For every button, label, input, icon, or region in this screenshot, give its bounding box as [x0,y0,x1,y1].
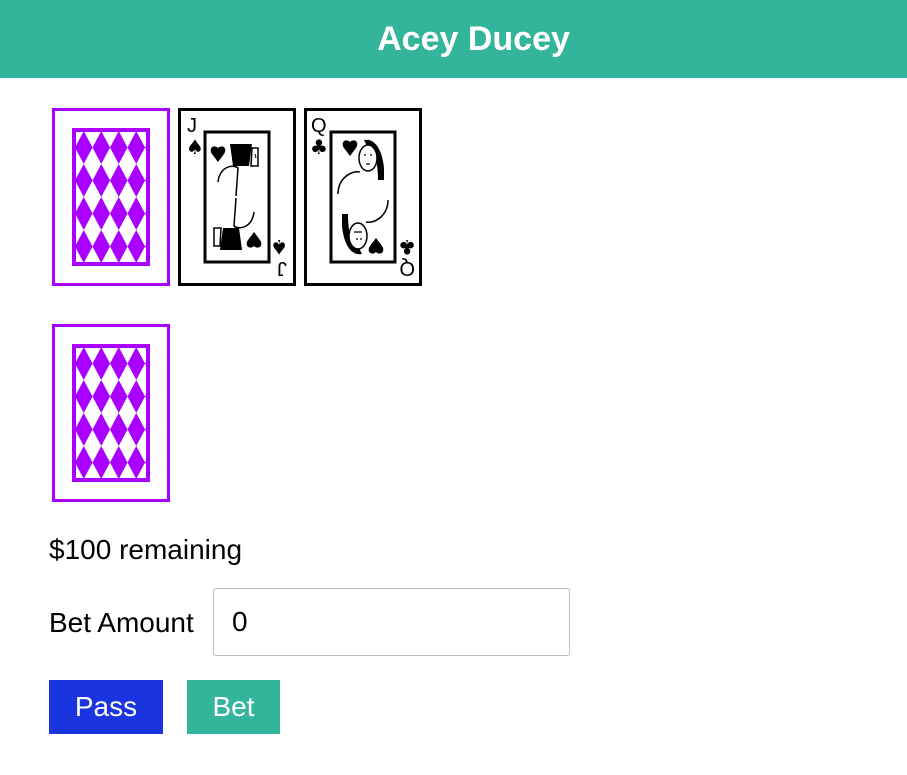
bet-amount-input[interactable] [213,588,570,656]
card-back [52,324,170,502]
card-suit-corner: ♣ [310,135,328,159]
card-rank-corner-bottom: Q [399,257,415,279]
card-suit-corner-bottom: ♠ [270,235,288,259]
bet-amount-label: Bet Amount [49,607,194,638]
app-header: Acey Ducey [0,0,907,78]
money-remaining: $100 remaining [49,534,243,565]
card-back [52,108,170,286]
card-suit-corner: ♠ [186,135,204,159]
queen-of-clubs-icon: Q ♣ Q ♣ [304,108,422,286]
card-back-icon [52,324,170,502]
card-rank-corner: Q [311,115,327,137]
card-jack-of-spades: J ♠ J ♠ [178,108,296,286]
pass-button[interactable]: Pass [49,680,163,734]
bet-button[interactable]: Bet [187,680,280,734]
jack-of-spades-icon: J ♠ J ♠ [178,108,296,286]
card-suit-corner-bottom: ♣ [398,235,416,259]
card-rank-corner-bottom: J [277,257,287,279]
card-queen-of-clubs: Q ♣ Q ♣ [304,108,422,286]
page-title: Acey Ducey [377,19,570,58]
card-back-icon [52,108,170,286]
card-rank-corner: J [187,115,197,137]
